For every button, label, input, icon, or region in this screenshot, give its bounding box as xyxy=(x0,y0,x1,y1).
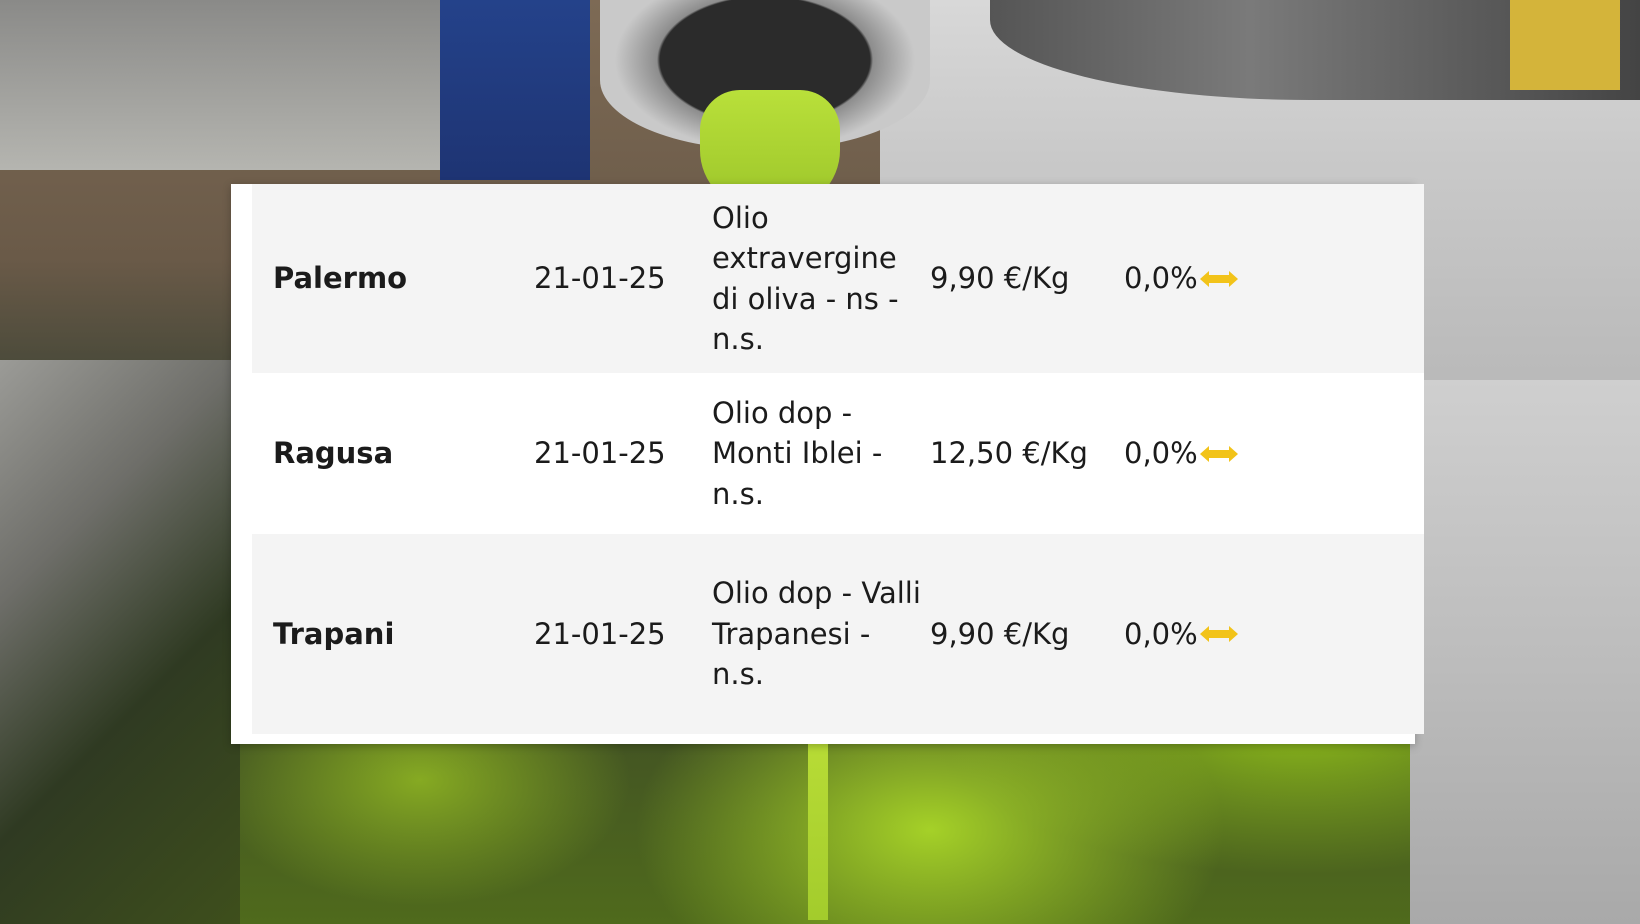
background-yellow-strip xyxy=(1510,0,1620,90)
date-cell: 21-01-25 xyxy=(534,261,666,296)
variation-value: 0,0% xyxy=(1124,261,1198,296)
variation-cell: 0,0% xyxy=(1124,534,1424,734)
left-right-arrow-icon xyxy=(1199,270,1238,287)
city-cell: Ragusa xyxy=(273,436,394,471)
background-left-tray xyxy=(0,360,240,924)
price-cell: 9,90 €/Kg xyxy=(930,261,1070,296)
city-cell: Trapani xyxy=(273,616,395,651)
background-right-tray xyxy=(1410,380,1640,924)
variation-value: 0,0% xyxy=(1124,616,1198,651)
price-cell: 9,90 €/Kg xyxy=(930,616,1070,651)
background-left-tank xyxy=(0,0,470,170)
table-row: Trapani 21-01-25 Olio dop - Valli Trapan… xyxy=(252,534,1424,734)
table-row: Palermo 21-01-25 Olio extravergine di ol… xyxy=(252,184,1424,373)
variation-cell: 0,0% xyxy=(1124,184,1424,373)
background-oil-stream xyxy=(808,740,828,920)
left-right-arrow-icon xyxy=(1199,445,1238,462)
product-cell: Olio dop - Monti Iblei - n.s. xyxy=(712,395,883,511)
variation-value: 0,0% xyxy=(1124,436,1198,471)
product-cell: Olio extravergine di oliva - ns - n.s. xyxy=(712,200,899,357)
price-table: Palermo 21-01-25 Olio extravergine di ol… xyxy=(252,184,1424,734)
city-cell: Palermo xyxy=(273,261,408,296)
variation-cell: 0,0% xyxy=(1124,373,1424,534)
date-cell: 21-01-25 xyxy=(534,436,666,471)
product-cell: Olio dop - Valli Trapanesi - n.s. xyxy=(712,576,921,692)
date-cell: 21-01-25 xyxy=(534,616,666,651)
screenshot-stage: Palermo 21-01-25 Olio extravergine di ol… xyxy=(0,0,1640,924)
price-cell: 12,50 €/Kg xyxy=(930,436,1088,471)
table-row: Ragusa 21-01-25 Olio dop - Monti Iblei -… xyxy=(252,373,1424,534)
price-table-panel: Palermo 21-01-25 Olio extravergine di ol… xyxy=(231,184,1424,744)
left-right-arrow-icon xyxy=(1199,626,1238,642)
background-blue-machine xyxy=(440,0,590,180)
